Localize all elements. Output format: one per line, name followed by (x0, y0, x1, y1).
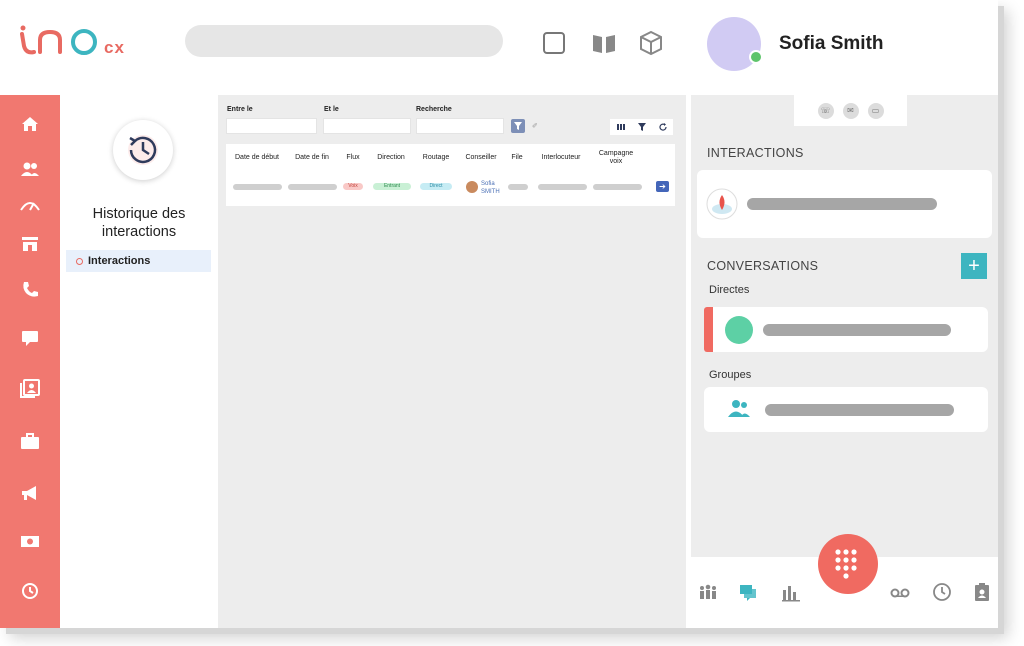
interaction-avatar-icon (706, 188, 738, 220)
group-icon (728, 400, 750, 417)
direction-tag: Entrant (373, 183, 411, 190)
app-window: cx Sofia Smith Historique des interactio… (0, 0, 998, 628)
contact-avatar (725, 316, 753, 344)
online-status-dot (749, 50, 763, 64)
nav-dot-icon (76, 257, 83, 265)
filter-button[interactable] (511, 119, 525, 133)
megaphone-icon[interactable] (19, 482, 41, 504)
chat-tab-icon[interactable]: ▭ (867, 102, 884, 119)
search-input[interactable] (416, 118, 504, 134)
cell-placeholder (593, 184, 642, 190)
money-icon[interactable] (19, 530, 41, 552)
history-title-line1: Historique des (92, 206, 186, 222)
phone-tab-icon[interactable]: ☏ (817, 102, 834, 119)
agent-name[interactable]: Sofia SMITH (481, 180, 500, 196)
chat-bubbles-icon[interactable] (738, 582, 758, 602)
open-row-button[interactable]: ➔ (656, 181, 669, 192)
users-icon[interactable] (19, 158, 41, 180)
between-label: Entre le (227, 106, 253, 113)
clock-icon[interactable] (932, 582, 952, 602)
history-title: Historique des interactions (60, 205, 218, 241)
col-header[interactable]: Date de début (232, 154, 282, 162)
contacts-icon[interactable] (19, 377, 41, 399)
dialpad-icon (835, 549, 857, 579)
cell-placeholder (233, 184, 282, 190)
cell-placeholder (508, 184, 528, 190)
chat-icon[interactable] (19, 327, 41, 349)
user-name: Sofia Smith (779, 33, 884, 54)
cell-placeholder (538, 184, 587, 190)
stats-icon[interactable] (781, 582, 801, 602)
columns-icon[interactable] (616, 123, 625, 131)
routage-tag: Direct (420, 183, 452, 190)
dialpad-button[interactable] (818, 534, 878, 594)
cell-placeholder (288, 184, 337, 190)
home-icon[interactable] (19, 113, 41, 135)
col-header[interactable]: Interlocuteur (536, 154, 586, 162)
agent-avatar (466, 181, 478, 193)
end-date-input[interactable] (323, 118, 411, 134)
col-header[interactable]: Direction (373, 154, 409, 162)
unread-indicator (704, 307, 713, 352)
phone-icon[interactable] (19, 279, 41, 301)
top-header: cx Sofia Smith (0, 0, 998, 95)
col-header[interactable]: Date de fin (289, 154, 335, 162)
interaction-placeholder-bar (747, 198, 937, 210)
clipboard-user-icon[interactable] (972, 582, 992, 602)
funnel-icon (514, 122, 522, 130)
search-label: Recherche (416, 106, 452, 113)
mail-tab-icon[interactable]: ✉ (842, 102, 859, 119)
conversation-placeholder-bar (763, 324, 951, 336)
refresh-icon[interactable] (658, 123, 667, 131)
agent-last-name: SMITH (481, 189, 500, 195)
interactions-section-title: INTERACTIONS (707, 146, 804, 160)
col-header[interactable]: File (508, 154, 526, 162)
and-label: Et le (324, 106, 339, 113)
flux-tag: Voix (343, 183, 363, 190)
direct-conversation-card[interactable] (704, 307, 988, 352)
interaction-card[interactable] (697, 170, 992, 238)
history-subpanel: Historique des interactions Interactions (60, 95, 218, 628)
col-header[interactable]: Flux (342, 154, 364, 162)
clear-filter-icon[interactable]: ✐ (532, 122, 538, 130)
groupes-label: Groupes (709, 369, 752, 381)
add-conversation-button[interactable]: + (961, 253, 987, 279)
clock-history-icon (128, 135, 158, 165)
history-badge (113, 120, 173, 180)
logo-suffix: cx (104, 38, 125, 57)
conversations-section-title: CONVERSATIONS (707, 259, 819, 273)
team-icon[interactable] (698, 582, 718, 602)
table-tools (610, 119, 673, 135)
start-date-input[interactable] (226, 118, 317, 134)
col-header[interactable]: Conseiller (463, 154, 499, 162)
main-content: Entre le Et le Recherche ✐ Date de début… (218, 95, 686, 628)
global-search-bar[interactable] (185, 25, 503, 57)
package-icon[interactable] (638, 30, 664, 56)
dashboard-icon[interactable] (19, 194, 41, 216)
funnel-icon[interactable] (637, 123, 646, 131)
nav-item-interactions[interactable]: Interactions (66, 250, 211, 272)
right-panel: ☏ ✉ ▭ INTERACTIONS CONVERSATIONS + Direc… (691, 95, 998, 557)
directes-label: Directes (709, 284, 750, 296)
channel-tabs: ☏ ✉ ▭ (794, 95, 907, 126)
col-header[interactable]: Routage (418, 154, 454, 162)
store-icon[interactable] (19, 233, 41, 255)
main-sidebar (0, 95, 60, 628)
col-header[interactable]: Campagne voix (593, 150, 639, 166)
square-icon[interactable] (541, 30, 567, 56)
briefcase-icon[interactable] (19, 430, 41, 452)
history-icon[interactable] (19, 580, 41, 602)
book-icon[interactable] (591, 30, 617, 56)
agent-first-name: Sofia (481, 181, 495, 187)
group-placeholder-bar (765, 404, 954, 416)
voicemail-icon[interactable] (890, 582, 910, 602)
nav-item-label: Interactions (88, 255, 151, 267)
group-conversation-card[interactable] (704, 387, 988, 432)
history-title-line2: interactions (101, 224, 177, 240)
